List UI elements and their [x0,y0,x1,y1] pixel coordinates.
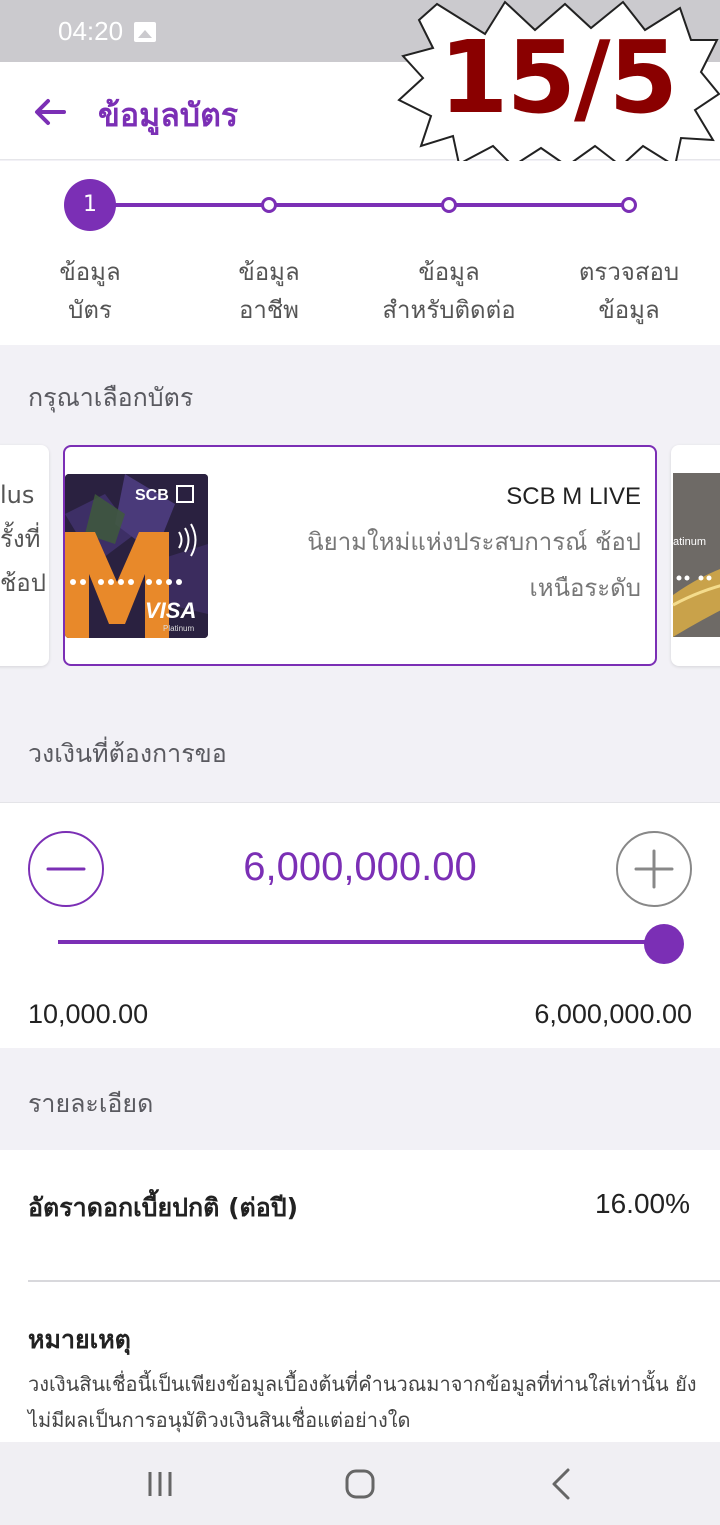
system-nav-bar [0,1442,720,1525]
progress-stepper: 1 ข้อมูล บัตร ข้อมูล อาชีพ ข้อมูล สำหรับติด… [0,161,720,345]
amount-section-label: วงเงินที่ต้องการขอ [28,739,227,768]
note-text: วงเงินสินเชื่อนี้เป็นเพียงข้อมูลเบื้องต้… [28,1372,697,1432]
amount-value[interactable]: 6,000,000.00 [160,845,560,890]
svg-text:VISA: VISA [145,598,196,623]
arrow-left-icon[interactable] [30,92,70,132]
amount-panel: 6,000,000.00 10,000.00 6,000,000.00 [0,802,720,1048]
amount-slider-thumb[interactable] [644,924,684,964]
prev-card-text-3: ช้อป [0,569,46,597]
recent-apps-icon[interactable] [140,1464,180,1504]
step-2-label: ข้อมูล อาชีพ [238,258,300,324]
amount-max: 6,000,000.00 [534,999,692,1029]
details-panel: อัตราดอกเบี้ยปกติ (ต่อปี) 16.00% หมายเหต… [0,1150,720,1442]
card-description: นิยามใหม่แห่งประสบการณ์ ช้อป เหนือระดับ [307,528,641,602]
svg-text:atinum: atinum [673,536,706,548]
amount-slider-track[interactable] [58,940,668,944]
divider [28,1280,720,1282]
prev-card-text-2: รั้งที่ [0,525,41,553]
increase-button[interactable] [616,831,692,907]
prev-card-text-1: lus [0,481,35,509]
step-2-indicator [261,197,277,213]
card-section-label: กรุณาเลือกบัตร [28,383,194,412]
card-option-prev[interactable]: lus รั้งที่ ช้อป [0,445,49,666]
image-icon [134,22,156,42]
plus-icon [634,849,674,889]
step-4-label: ตรวจสอบ ข้อมูล [578,258,680,324]
step-3-indicator [441,197,457,213]
amount-min: 10,000.00 [28,999,149,1029]
step-3-label: ข้อมูล สำหรับติดต่อ [382,258,516,324]
overlay-text: 15/5 [438,19,678,136]
card-option-selected[interactable]: SCB VISA Platinum SCB M LIVE นิยามใหม่แห… [63,445,657,666]
note-title: หมายเหตุ [28,1325,131,1354]
stepper-line [88,203,630,207]
page-title: ข้อมูลบัตร [98,96,239,134]
svg-text:SCB: SCB [135,487,169,504]
step-4-indicator [621,197,637,213]
card-image: SCB VISA Platinum [65,474,208,638]
next-card-image: atinum [672,473,720,637]
decrease-button[interactable] [28,831,104,907]
card-option-next[interactable]: atinum [671,445,720,666]
scb-card-art: SCB VISA Platinum [65,474,208,638]
home-icon[interactable] [340,1464,380,1504]
details-section-label: รายละเอียด [28,1089,154,1118]
interest-rate-label: อัตราดอกเบี้ยปกติ (ต่อปี) [28,1193,299,1222]
status-time: 04:20 [58,16,124,46]
step-1-indicator: 1 [64,179,116,231]
svg-text:Platinum: Platinum [163,624,194,633]
card-name: SCB M LIVE [506,483,641,510]
step-1-label: ข้อมูล บัตร [59,258,121,324]
interest-rate-value: 16.00% [595,1188,690,1219]
minus-icon [46,867,86,871]
back-icon[interactable] [542,1464,582,1504]
